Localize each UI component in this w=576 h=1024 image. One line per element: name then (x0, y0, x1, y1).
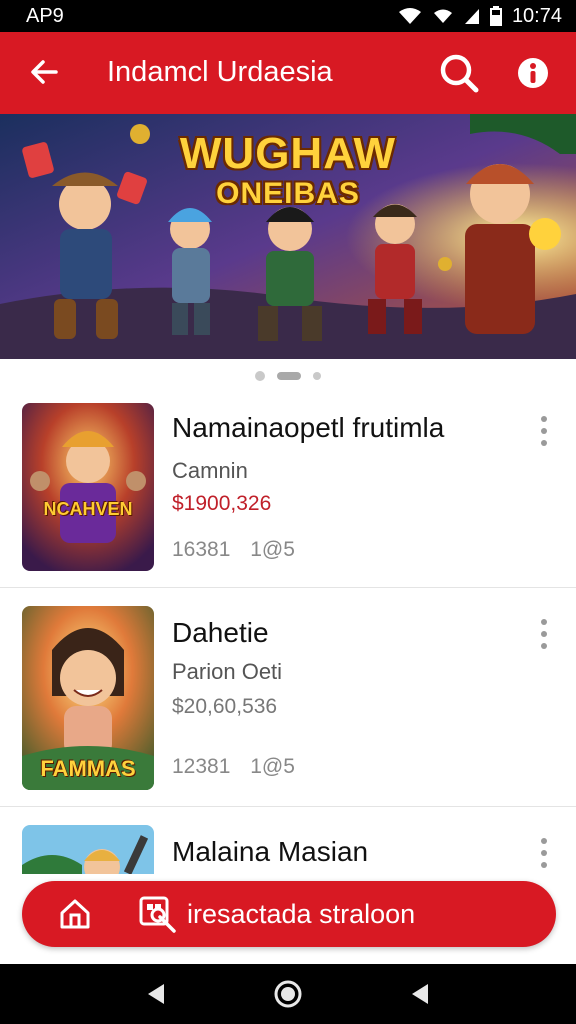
item-subtitle: Camnin (172, 458, 248, 483)
system-nav-bar (0, 964, 576, 1024)
item-title: Malaina Masian (172, 836, 369, 867)
more-dot-icon (541, 838, 547, 844)
more-dot-icon (541, 643, 547, 649)
primary-action-button[interactable]: iresactada straloon (22, 881, 556, 947)
primary-action-label: iresactada straloon (187, 899, 416, 929)
more-dot-icon (541, 428, 547, 434)
banner-pager (0, 368, 576, 384)
item-meta-rating: 1@5 (250, 538, 295, 561)
more-dot-icon (541, 631, 547, 637)
item-price: $1900,326 (172, 492, 272, 515)
back-triangle-icon[interactable] (142, 980, 170, 1008)
thumbnail-caption: FAMMAS (40, 756, 136, 781)
status-bar: AP9 10:74 (0, 0, 576, 32)
banner-title-line1: WUGHAW (179, 129, 397, 178)
list-item[interactable]: NCAHVEN Namainaopetl frutimla Camnin $19… (0, 388, 576, 588)
info-button[interactable] (510, 50, 556, 96)
item-meta-count: 12381 (172, 755, 231, 778)
more-dot-icon (541, 850, 547, 856)
list-item[interactable]: FAMMAS Dahetie Parion Oeti $20,60,536 12… (0, 589, 576, 807)
thumbnail-art (22, 403, 154, 571)
signal-icon (464, 9, 479, 24)
app-bar-title: Indamcl Urdaesia (107, 56, 333, 88)
item-meta-count: 16381 (172, 538, 231, 561)
thumbnail-art (22, 825, 154, 874)
pager-dot[interactable] (313, 372, 321, 380)
arrow-left-icon (31, 60, 58, 84)
promo-banner[interactable]: WUGHAW ONEIBAS (0, 114, 576, 359)
search-button[interactable] (436, 50, 482, 96)
more-dot-icon (541, 440, 547, 446)
item-meta: 16381 1@5 (172, 538, 295, 562)
more-dot-icon (541, 862, 547, 868)
clock: 10:74 (511, 4, 562, 27)
item-price: $20,60,536 (172, 695, 278, 718)
more-options-button[interactable] (532, 416, 556, 446)
more-dot-icon (541, 416, 547, 422)
item-meta-rating: 1@5 (250, 755, 295, 778)
item-title: Namainaopetl frutimla (172, 412, 445, 443)
carrier-label: AP9 (26, 4, 64, 27)
more-options-button[interactable] (532, 619, 556, 649)
item-title: Dahetie (172, 617, 269, 648)
item-thumbnail: FAMMAS (22, 606, 154, 790)
home-icon (60, 899, 90, 929)
item-subtitle: Parion Oeti (172, 659, 283, 684)
status-icons: 10:74 (398, 5, 562, 28)
pager-dot[interactable] (255, 371, 265, 381)
back-button[interactable] (22, 50, 66, 94)
item-thumbnail (22, 825, 154, 874)
banner-title-line2: ONEIBAS (216, 177, 360, 210)
battery-icon (489, 6, 502, 26)
thumbnail-caption: NCAHVEN (43, 499, 133, 519)
store-icon (139, 896, 176, 933)
pager-dot-active[interactable] (277, 372, 301, 380)
more-dot-icon (541, 619, 547, 625)
search-icon (440, 54, 479, 93)
list-item[interactable]: Malaina Masian (0, 808, 576, 874)
recent-triangle-icon[interactable] (406, 980, 434, 1008)
item-thumbnail: NCAHVEN (22, 403, 154, 571)
info-icon (518, 58, 548, 88)
app-bar: Indamcl Urdaesia (0, 32, 576, 114)
banner-title: WUGHAW ONEIBAS (0, 132, 576, 214)
wifi-icon (398, 8, 421, 24)
home-circle-icon[interactable] (273, 979, 303, 1009)
more-options-button[interactable] (532, 838, 556, 868)
item-meta: 12381 1@5 (172, 755, 295, 779)
wifi-icon (433, 9, 452, 23)
